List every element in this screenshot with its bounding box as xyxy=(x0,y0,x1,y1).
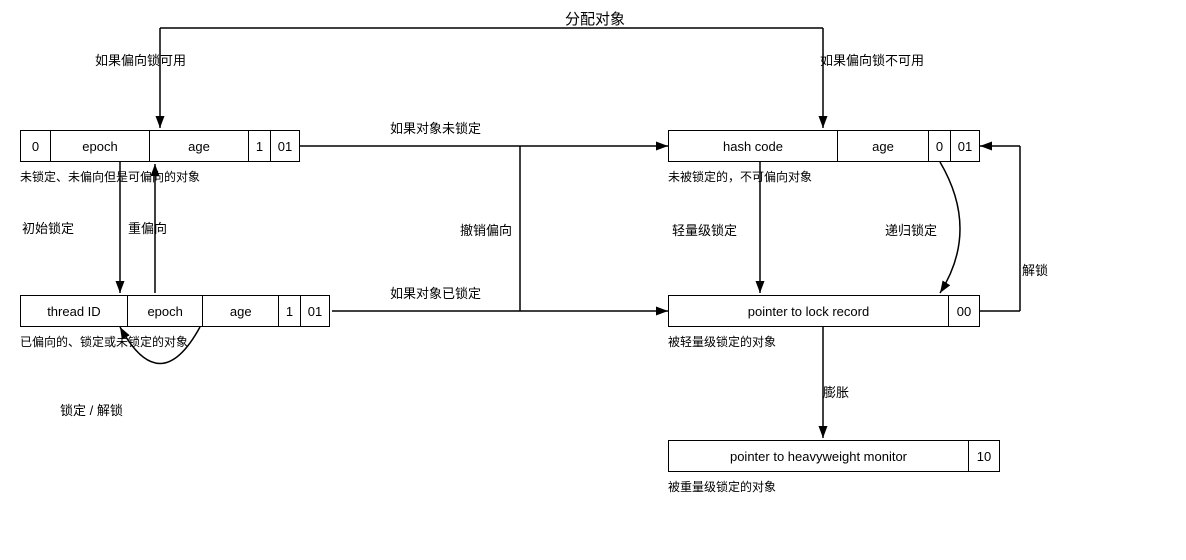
label-box4: 被轻量级锁定的对象 xyxy=(668,333,776,350)
diagram: 分配对象 如果偏向锁可用 如果偏向锁不可用 0 epoch age 1 01 未… xyxy=(0,0,1186,560)
label-box3: 未被锁定的，不可偏向对象 xyxy=(668,168,812,185)
cell-epoch2: epoch xyxy=(128,296,204,326)
cell-03: 0 xyxy=(929,131,951,161)
arrows-svg xyxy=(0,0,1186,560)
cell-hashcode: hash code xyxy=(669,131,838,161)
box-biased: thread ID epoch age 1 01 xyxy=(20,295,330,327)
cell-013: 01 xyxy=(951,131,979,161)
cell-01: 01 xyxy=(271,131,299,161)
label-lock-unlock: 锁定 / 解锁 xyxy=(60,400,123,419)
label-unlock: 解锁 xyxy=(1022,260,1048,279)
label-box1: 未锁定、未偏向但是可偏向的对象 xyxy=(20,168,200,185)
label-inflate: 膨胀 xyxy=(823,382,849,401)
label-revoke-bias: 撤销偏向 xyxy=(460,220,512,239)
label-box2: 已偏向的、锁定或未锁定的对象 xyxy=(20,333,188,350)
cell-12: 1 xyxy=(279,296,301,326)
cell-10: 10 xyxy=(969,441,999,471)
box-unhashed: hash code age 0 01 xyxy=(668,130,980,162)
label-box5: 被重量级锁定的对象 xyxy=(668,478,776,495)
label-initial-lock: 初始锁定 xyxy=(22,218,74,237)
label-lightweight-lock: 轻量级锁定 xyxy=(672,220,737,239)
box-lightweight: pointer to lock record 00 xyxy=(668,295,980,327)
cell-age3: age xyxy=(838,131,929,161)
cell-epoch: epoch xyxy=(51,131,150,161)
left-branch-label: 如果偏向锁可用 xyxy=(95,50,186,69)
top-label: 分配对象 xyxy=(565,8,625,29)
cell-thread-id: thread ID xyxy=(21,296,128,326)
label-recursive-lock: 递归锁定 xyxy=(885,220,937,239)
cell-age2: age xyxy=(203,296,279,326)
cell-0: 0 xyxy=(21,131,51,161)
label-if-unlocked: 如果对象未锁定 xyxy=(390,118,481,137)
right-branch-label: 如果偏向锁不可用 xyxy=(820,50,924,69)
box-unlocked-biasable: 0 epoch age 1 01 xyxy=(20,130,300,162)
label-rebias: 重偏向 xyxy=(128,218,167,237)
label-if-locked: 如果对象已锁定 xyxy=(390,283,481,302)
box-heavyweight: pointer to heavyweight monitor 10 xyxy=(668,440,1000,472)
cell-00: 00 xyxy=(949,296,979,326)
cell-age: age xyxy=(150,131,249,161)
cell-1: 1 xyxy=(249,131,271,161)
cell-ptr-lock: pointer to lock record xyxy=(669,296,949,326)
cell-012: 01 xyxy=(301,296,329,326)
cell-ptr-monitor: pointer to heavyweight monitor xyxy=(669,441,969,471)
